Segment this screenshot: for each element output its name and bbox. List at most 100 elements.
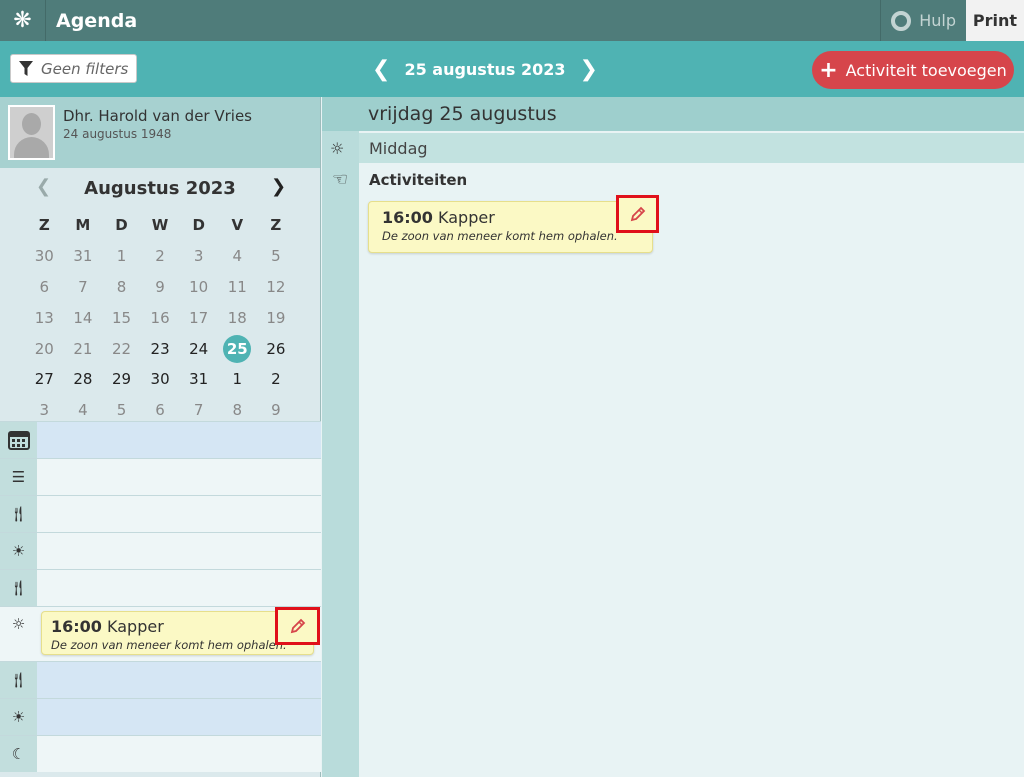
calendar-day[interactable]: 30	[141, 364, 180, 395]
slot-night: ☾	[0, 735, 321, 772]
calendar-day[interactable]: 22	[102, 333, 141, 364]
activity-description: De zoon van meneer komt hem ophalen.	[51, 638, 287, 652]
weekday-header: V	[231, 216, 244, 235]
slot-breakfast: 🍴︎	[0, 495, 321, 532]
calendar-day[interactable]: 7	[64, 272, 103, 303]
slot-dinner: 🍴︎	[0, 661, 321, 698]
calendar-day[interactable]: 21	[64, 333, 103, 364]
plus-icon: +	[819, 57, 838, 83]
app-title: Agenda	[56, 9, 138, 32]
calendar-day[interactable]: 23	[141, 333, 180, 364]
filter-button[interactable]: Geen filters	[10, 54, 137, 83]
calendar-day[interactable]: 11	[218, 272, 257, 303]
edit-activity-button-right[interactable]	[616, 195, 659, 233]
slot-late-morning: ☀︎	[0, 532, 321, 569]
calendar-day[interactable]: 2	[141, 241, 180, 272]
calendar-day[interactable]: 2	[257, 364, 296, 395]
calendar-day[interactable]: 26	[257, 333, 296, 364]
weekday-header: M	[75, 216, 91, 235]
pencil-icon	[630, 206, 645, 222]
activity-card-right[interactable]: 16:00 Kapper De zoon van meneer komt hem…	[368, 201, 653, 253]
mini-calendar: ❮ Augustus 2023 ❯ Z M D W D V Z 30 31 1 2 3 4 5 6 7 8 9 10…	[0, 168, 320, 421]
weekday-header: Z	[270, 216, 282, 235]
calendar-day[interactable]: 6	[25, 272, 64, 303]
prev-month-chevron-icon[interactable]: ❮	[36, 176, 51, 197]
calendar-day[interactable]: 28	[64, 364, 103, 395]
calendar-day[interactable]: 1	[218, 364, 257, 395]
calendar-day[interactable]: 31	[179, 364, 218, 395]
calendar-day[interactable]: 25	[218, 333, 257, 364]
help-label: Hulp	[919, 11, 956, 30]
chevron-left-icon[interactable]: ❮	[372, 57, 390, 82]
calendar-day[interactable]: 18	[218, 302, 257, 333]
fork-knife-icon: 🍴︎	[0, 496, 37, 532]
activity-title: Kapper	[438, 208, 495, 227]
help-button[interactable]: Hulp	[880, 0, 966, 41]
selected-day[interactable]: 25	[223, 334, 252, 363]
calendar-day[interactable]: 15	[102, 302, 141, 333]
calendar-day[interactable]: 27	[25, 364, 64, 395]
daypart-slots: ☰ 🍴︎ ☀︎ 🍴︎ ☼ 🍴︎ ☀︎ ☾	[0, 421, 321, 772]
calendar-day[interactable]: 3	[179, 241, 218, 272]
avatar	[8, 105, 55, 160]
add-activity-label: Activiteit toevoegen	[845, 60, 1007, 80]
activity-description: De zoon van meneer komt hem ophalen.	[382, 229, 618, 243]
activities-label: Activiteiten	[369, 171, 468, 189]
client-profile: Dhr. Harold van der Vries 24 augustus 19…	[0, 97, 320, 168]
day-view: vrijdag 25 augustus ☼ Middag ☜ Activitei…	[322, 97, 1024, 777]
calendar-day[interactable]: 29	[102, 364, 141, 395]
next-month-chevron-icon[interactable]: ❯	[271, 176, 286, 197]
calendar-day[interactable]: 19	[257, 302, 296, 333]
funnel-icon	[19, 60, 33, 76]
toolbar: Geen filters ❮ 25 augustus 2023 ❯ + Acti…	[0, 41, 1024, 97]
calendar-day[interactable]: 16	[141, 302, 180, 333]
calendar-grid: Z M D W D V Z 30 31 1 2 3 4 5 6 7 8 9 10 11 12 13 14 15 16 17 18 19…	[25, 210, 295, 426]
sunset-icon: ☀︎	[0, 533, 37, 569]
current-date: 25 augustus 2023	[404, 59, 566, 79]
chevron-right-icon[interactable]: ❯	[580, 57, 598, 82]
sun-icon: ☼	[330, 139, 345, 158]
weekday-header: D	[192, 216, 205, 235]
calendar-day[interactable]: 17	[179, 302, 218, 333]
slot-evening: ☀︎	[0, 698, 321, 735]
calendar-day[interactable]: 4	[218, 241, 257, 272]
calendar-day[interactable]: 5	[257, 241, 296, 272]
activity-card-left[interactable]: 16:00 Kapper De zoon van meneer komt hem…	[41, 611, 314, 655]
calendar-day[interactable]: 13	[25, 302, 64, 333]
activity-time: 16:00	[382, 208, 433, 227]
day-header: vrijdag 25 augustus	[359, 97, 1024, 131]
activity-title: Kapper	[107, 617, 164, 636]
left-panel: Dhr. Harold van der Vries 24 augustus 19…	[0, 97, 321, 777]
add-activity-button[interactable]: + Activiteit toevoegen	[812, 51, 1014, 89]
fork-knife-icon: 🍴︎	[0, 662, 37, 698]
calendar-day[interactable]: 24	[179, 333, 218, 364]
calendar-month-title: Augustus 2023	[84, 178, 236, 199]
calendar-day[interactable]: 12	[257, 272, 296, 303]
moon-icon: ☾	[0, 736, 37, 772]
calendar-day[interactable]: 9	[141, 272, 180, 303]
calendar-day[interactable]: 14	[64, 302, 103, 333]
weekday-header: D	[115, 216, 128, 235]
fork-knife-icon: 🍴︎	[0, 570, 37, 606]
weekday-header: Z	[38, 216, 50, 235]
slot-morning: ☰	[0, 458, 321, 495]
edit-activity-button-left[interactable]	[275, 607, 320, 645]
calendar-day[interactable]: 10	[179, 272, 218, 303]
slot-calendar	[0, 421, 321, 458]
calendar-day[interactable]: 1	[102, 241, 141, 272]
top-bar: ❋ Agenda Hulp Print	[0, 0, 1024, 41]
daypart-label: Middag	[359, 133, 1024, 163]
print-button[interactable]: Print	[966, 0, 1024, 41]
calendar-day[interactable]: 30	[25, 241, 64, 272]
calendar-day[interactable]: 8	[102, 272, 141, 303]
logo-icon[interactable]: ❋	[0, 0, 46, 41]
calendar-day[interactable]: 20	[25, 333, 64, 364]
sun-icon: ☼	[0, 607, 37, 661]
date-navigation: ❮ 25 augustus 2023 ❯	[372, 54, 598, 84]
sunset-icon: ☀︎	[0, 699, 37, 735]
sunrise-icon: ☰	[0, 459, 37, 495]
weekday-header: W	[151, 216, 169, 235]
activity-time: 16:00	[51, 617, 102, 636]
calendar-day[interactable]: 31	[64, 241, 103, 272]
lifebuoy-icon	[891, 10, 912, 31]
